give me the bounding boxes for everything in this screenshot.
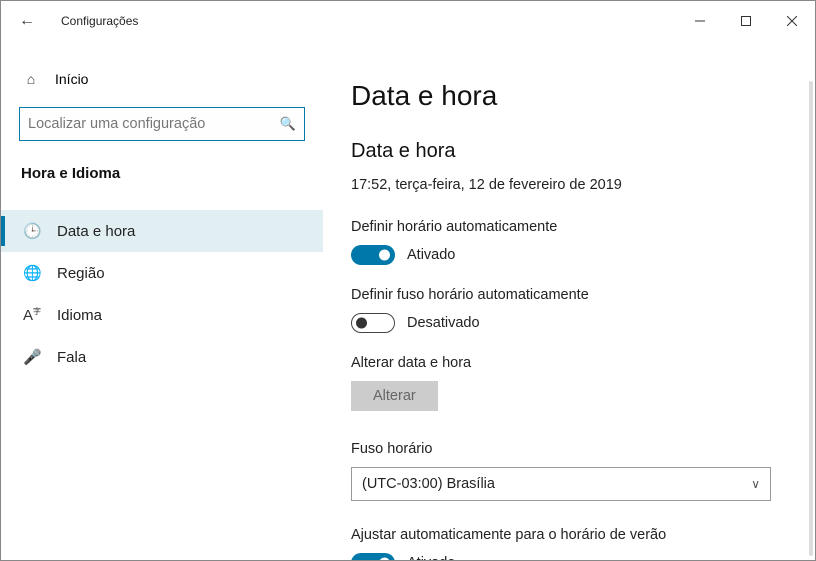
maximize-button[interactable] xyxy=(723,5,769,37)
dst-label: Ajustar automaticamente para o horário d… xyxy=(351,527,787,543)
clock-calendar-icon: 🕒 xyxy=(23,222,41,240)
page-title: Data e hora xyxy=(351,80,787,112)
titlebar: ← Configurações xyxy=(1,1,815,41)
sidebar-item-label: Idioma xyxy=(57,307,102,324)
home-icon: ⌂ xyxy=(23,71,39,87)
dst-toggle-row: Ativado xyxy=(351,553,787,560)
settings-window: ← Configurações ⌂ Início � xyxy=(0,0,816,561)
window-title: Configurações xyxy=(61,14,138,28)
auto-time-setting: Definir horário automaticamente Ativado xyxy=(351,219,787,265)
sidebar-item-label: Data e hora xyxy=(57,223,135,240)
chevron-down-icon: ∨ xyxy=(751,477,760,491)
sidebar-group-title: Hora e Idioma xyxy=(1,159,323,196)
sidebar-item-data-e-hora[interactable]: 🕒 Data e hora xyxy=(1,210,323,252)
dst-setting: Ajustar automaticamente para o horário d… xyxy=(351,527,787,560)
dst-state: Ativado xyxy=(407,555,455,560)
sidebar-home-label: Início xyxy=(55,71,88,87)
minimize-icon xyxy=(695,16,705,26)
maximize-icon xyxy=(741,16,751,26)
auto-tz-toggle[interactable] xyxy=(351,313,395,333)
language-icon: A字 xyxy=(23,306,41,324)
minimize-button[interactable] xyxy=(677,5,723,37)
titlebar-left: ← Configurações xyxy=(13,8,138,34)
close-button[interactable] xyxy=(769,5,815,37)
sidebar-item-fala[interactable]: 🎤 Fala xyxy=(1,336,323,378)
auto-tz-state: Desativado xyxy=(407,315,480,331)
timezone-label: Fuso horário xyxy=(351,441,787,457)
back-button[interactable]: ← xyxy=(13,8,41,34)
search-icon: 🔍 xyxy=(280,116,296,132)
globe-icon: 🌐 xyxy=(23,264,41,282)
section-title: Data e hora xyxy=(351,140,787,163)
timezone-setting: Fuso horário (UTC-03:00) Brasília ∨ xyxy=(351,441,787,501)
auto-time-toggle-row: Ativado xyxy=(351,245,787,265)
change-button: Alterar xyxy=(351,381,438,411)
body: ⌂ Início 🔍 Hora e Idioma 🕒 Data e hora 🌐… xyxy=(1,41,815,560)
close-icon xyxy=(787,16,797,26)
microphone-icon: 🎤 xyxy=(23,348,41,366)
dst-toggle[interactable] xyxy=(351,553,395,560)
auto-time-label: Definir horário automaticamente xyxy=(351,219,787,235)
auto-tz-toggle-row: Desativado xyxy=(351,313,787,333)
search-box[interactable]: 🔍 xyxy=(19,107,305,141)
auto-tz-setting: Definir fuso horário automaticamente Des… xyxy=(351,287,787,333)
change-datetime-setting: Alterar data e hora Alterar xyxy=(351,355,787,411)
auto-tz-label: Definir fuso horário automaticamente xyxy=(351,287,787,303)
sidebar-home[interactable]: ⌂ Início xyxy=(1,61,323,97)
timezone-value: (UTC-03:00) Brasília xyxy=(362,476,495,492)
sidebar-item-idioma[interactable]: A字 Idioma xyxy=(1,294,323,336)
search-input[interactable] xyxy=(28,116,280,132)
content: Data e hora Data e hora 17:52, terça-fei… xyxy=(323,41,815,560)
auto-time-state: Ativado xyxy=(407,247,455,263)
auto-time-toggle[interactable] xyxy=(351,245,395,265)
window-controls xyxy=(677,5,815,37)
sidebar-item-label: Fala xyxy=(57,349,86,366)
sidebar-nav: 🕒 Data e hora 🌐 Região A字 Idioma 🎤 Fala xyxy=(1,210,323,378)
sidebar: ⌂ Início 🔍 Hora e Idioma 🕒 Data e hora 🌐… xyxy=(1,41,323,560)
change-datetime-label: Alterar data e hora xyxy=(351,355,787,371)
timezone-select[interactable]: (UTC-03:00) Brasília ∨ xyxy=(351,467,771,501)
scrollbar[interactable] xyxy=(809,81,813,556)
search-wrap: 🔍 xyxy=(1,97,323,159)
sidebar-item-label: Região xyxy=(57,265,105,282)
current-datetime: 17:52, terça-feira, 12 de fevereiro de 2… xyxy=(351,177,787,193)
sidebar-item-regiao[interactable]: 🌐 Região xyxy=(1,252,323,294)
